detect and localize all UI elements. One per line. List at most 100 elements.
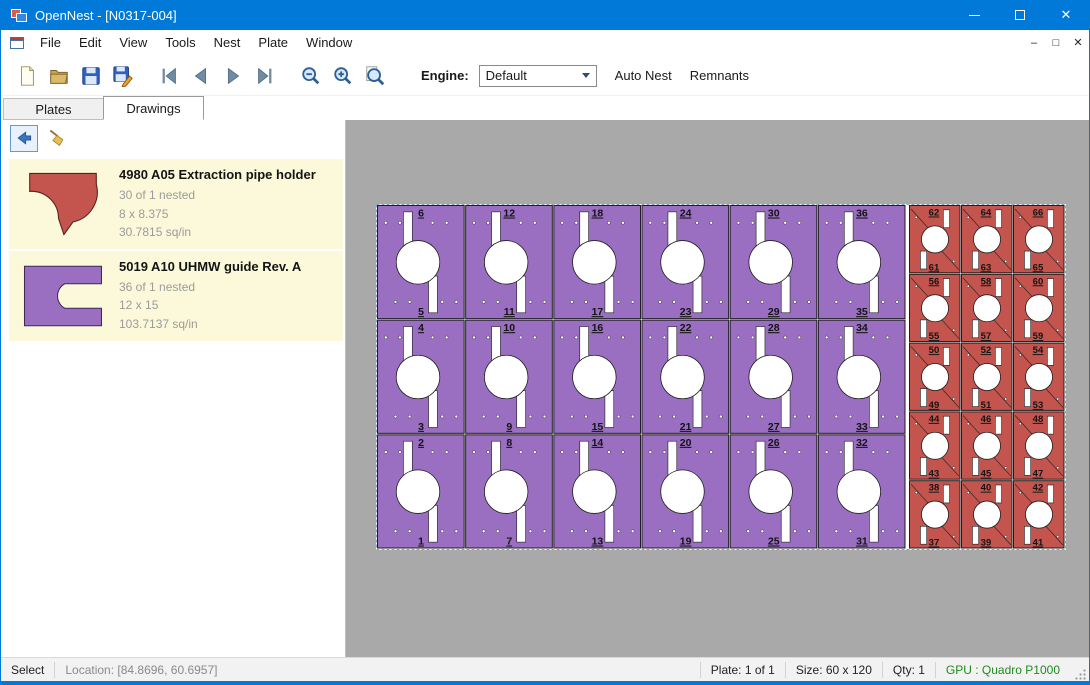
menu-nest[interactable]: Nest [205, 30, 250, 56]
minimize-button[interactable] [951, 0, 997, 30]
part-number: 17 [592, 306, 604, 318]
part-number: 14 [592, 437, 604, 449]
engine-select[interactable]: Default [479, 65, 597, 87]
close-button[interactable]: ✕ [1043, 0, 1089, 30]
purple-part-pair[interactable]: 3029 [730, 206, 817, 319]
part-number: 59 [1033, 331, 1044, 342]
blue-arrow-left-icon [14, 128, 34, 148]
tab-plates[interactable]: Plates [3, 98, 104, 120]
red-part-pair[interactable]: 4645 [962, 412, 1013, 480]
part-number: 64 [981, 208, 992, 219]
menu-tools[interactable]: Tools [156, 30, 204, 56]
part-number: 43 [929, 469, 940, 480]
red-part-pair[interactable]: 6261 [910, 206, 961, 274]
purple-part-pair[interactable]: 2221 [642, 320, 729, 433]
drawing-item-uhmw-guide[interactable]: 5019 A10 UHMW guide Rev. A 36 of 1 neste… [9, 251, 343, 341]
purple-part-pair[interactable]: 2827 [730, 320, 817, 433]
previous-plate-button[interactable] [185, 60, 217, 92]
red-part-pair[interactable]: 6463 [962, 206, 1013, 274]
red-part-pair[interactable]: 4039 [962, 481, 1013, 549]
maximize-icon [1015, 10, 1025, 20]
red-part-pair[interactable]: 60 59 [1014, 274, 1065, 342]
red-part-pair[interactable]: 5857 [962, 274, 1013, 342]
red-part-pair[interactable]: 44 43 [910, 412, 961, 480]
red-part-pair[interactable]: 5453 [1014, 343, 1065, 411]
red-part-pair[interactable]: 6665 [1014, 206, 1065, 274]
part-number: 47 [1033, 469, 1044, 480]
zoom-in-icon [332, 65, 354, 87]
part-number: 30 [768, 208, 780, 220]
part-title: 5019 A10 UHMW guide Rev. A [119, 259, 301, 274]
chevron-down-icon [582, 73, 590, 78]
red-part-pair[interactable]: 3837 [910, 481, 961, 549]
mdi-restore-button[interactable]: □ [1045, 30, 1067, 56]
part-number: 6 [418, 208, 424, 220]
purple-part-pair[interactable]: 1211 [466, 206, 553, 319]
part-number: 5 [418, 306, 424, 318]
mdi-minimize-button[interactable]: – [1023, 30, 1045, 56]
red-part-pair[interactable]: 5049 [910, 343, 961, 411]
drawing-item-extraction-pipe-holder[interactable]: 4980 A05 Extraction pipe holder 30 of 1 … [9, 159, 343, 249]
save-button[interactable] [75, 60, 107, 92]
part-number: 60 [1033, 276, 1044, 287]
zoom-in-button[interactable] [327, 60, 359, 92]
new-button[interactable] [11, 60, 43, 92]
clear-drawings-button[interactable] [43, 125, 71, 152]
broom-icon [47, 128, 67, 148]
menu-file[interactable]: File [31, 30, 70, 56]
purple-part-pair[interactable]: 1615 [554, 320, 641, 433]
nest-canvas[interactable]: 6512111817242330293635431091615222128273… [346, 120, 1089, 657]
part-number: 9 [506, 421, 512, 433]
auto-nest-button[interactable]: Auto Nest [615, 68, 672, 83]
next-plate-button[interactable] [217, 60, 249, 92]
menu-edit[interactable]: Edit [70, 30, 110, 56]
purple-part-pair[interactable]: 1413 [554, 435, 641, 548]
purple-part-pair[interactable]: 2019 [642, 435, 729, 548]
app-window: OpenNest - [N0317-004] ✕ File Edit View … [0, 0, 1090, 685]
purple-part-pair[interactable]: 109 [466, 320, 553, 433]
part-number: 57 [981, 331, 992, 342]
purple-part-pair[interactable]: 3635 [818, 206, 905, 319]
purple-part-pair[interactable]: 43 [378, 320, 465, 433]
purple-part-pair[interactable]: 87 [466, 435, 553, 548]
part-number: 61 [929, 262, 940, 273]
part-number: 56 [929, 276, 940, 287]
part-number: 33 [856, 421, 868, 433]
red-part-pair[interactable]: 5655 [910, 274, 961, 342]
part-number: 44 [929, 414, 940, 425]
open-button[interactable] [43, 60, 75, 92]
menu-view[interactable]: View [110, 30, 156, 56]
red-part-pair[interactable]: 4847 [1014, 412, 1065, 480]
purple-part-pair[interactable]: 1817 [554, 206, 641, 319]
purple-part-pair[interactable]: 21 [378, 435, 465, 548]
part-number: 11 [504, 306, 515, 318]
zoom-out-button[interactable] [295, 60, 327, 92]
purple-part-pair[interactable]: 65 [378, 206, 465, 319]
part-number: 7 [506, 536, 512, 548]
zoom-out-icon [300, 65, 322, 87]
red-part-pair[interactable]: 4241 [1014, 481, 1065, 549]
purple-part-pair[interactable]: 3231 [818, 435, 905, 548]
menu-window[interactable]: Window [297, 30, 361, 56]
part-number: 26 [768, 437, 780, 449]
part-number: 24 [680, 208, 692, 220]
nest-plate[interactable]: 6512111817242330293635431091615222128273… [376, 204, 1066, 550]
save-as-button[interactable] [107, 60, 139, 92]
last-plate-button[interactable] [249, 60, 281, 92]
remnants-button[interactable]: Remnants [690, 68, 749, 83]
part-number: 49 [929, 400, 940, 411]
red-part-pair[interactable]: 5251 [962, 343, 1013, 411]
part-number: 46 [981, 414, 992, 425]
first-plate-button[interactable] [153, 60, 185, 92]
purple-part-pair[interactable]: 3433 [818, 320, 905, 433]
part-number: 53 [1033, 400, 1044, 411]
zoom-fit-button[interactable] [359, 60, 391, 92]
mdi-close-button[interactable]: ✕ [1067, 30, 1089, 56]
purple-part-pair[interactable]: 2423 [642, 206, 729, 319]
maximize-button[interactable] [997, 0, 1043, 30]
purple-part-pair[interactable]: 2625 [730, 435, 817, 548]
menu-plate[interactable]: Plate [249, 30, 297, 56]
return-part-button[interactable] [10, 125, 38, 152]
tab-drawings[interactable]: Drawings [103, 96, 204, 120]
resize-grip-icon[interactable] [1074, 668, 1087, 681]
